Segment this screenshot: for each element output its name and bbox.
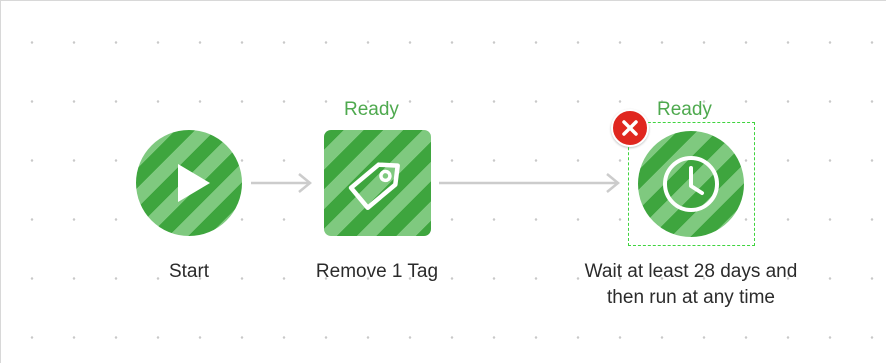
clock-icon <box>663 156 719 212</box>
wait-node-label-line1: Wait at least 28 days and <box>584 261 798 282</box>
remove-tag-node[interactable] <box>324 130 431 236</box>
connector-arrow <box>251 173 312 193</box>
play-icon <box>178 164 210 202</box>
remove-tag-node-label: Remove 1 Tag <box>315 261 439 282</box>
start-node-label: Start <box>168 261 210 282</box>
workflow-canvas[interactable]: Start Ready Remove 1 Tag Ready Wait at l… <box>0 0 886 363</box>
remove-tag-status: Ready <box>344 99 399 120</box>
wait-status: Ready <box>657 99 712 120</box>
connector-arrow <box>439 173 620 193</box>
tag-icon <box>348 162 400 210</box>
wait-node-label: Wait at least 28 days and then run at an… <box>541 259 841 311</box>
start-node[interactable] <box>136 130 242 236</box>
close-icon <box>622 120 638 136</box>
wait-node-label-line2: then run at any time <box>607 287 775 308</box>
wait-node[interactable] <box>638 131 744 237</box>
delete-node-button[interactable] <box>611 109 649 147</box>
